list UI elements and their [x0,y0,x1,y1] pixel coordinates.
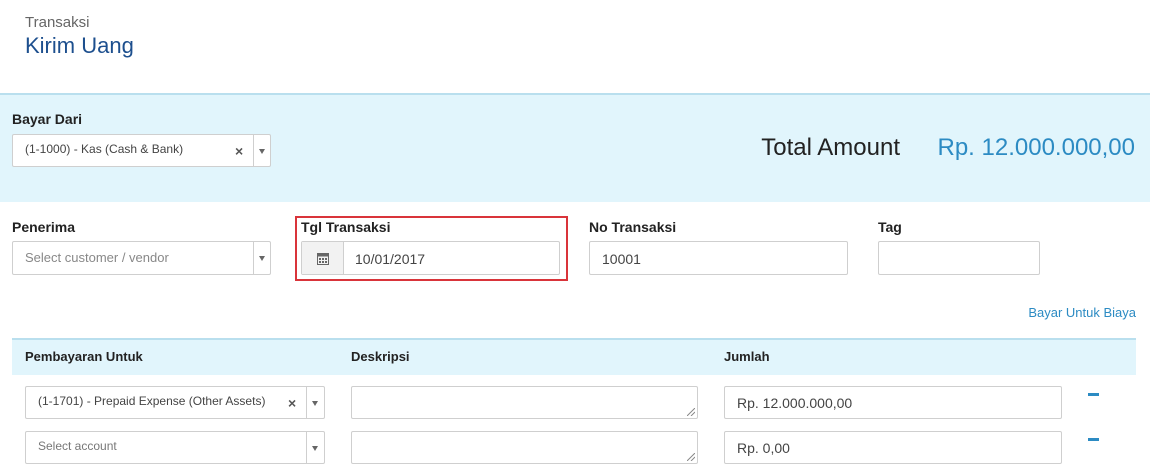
remove-row-icon[interactable] [1088,393,1099,396]
chevron-down-icon[interactable] [312,401,318,406]
jumlah-value: Rp. 0,00 [737,440,790,456]
column-header-deskripsi: Deskripsi [351,349,410,364]
tag-label: Tag [878,219,902,235]
resize-handle-icon[interactable] [687,408,695,416]
jumlah-field[interactable]: Rp. 12.000.000,00 [724,386,1062,419]
bayar-dari-label: Bayar Dari [12,111,83,127]
total-amount-label: Total Amount [761,134,900,161]
no-transaksi-value: 10001 [602,251,641,267]
chevron-down-icon[interactable] [312,446,318,451]
select-separator [306,432,307,463]
tag-field[interactable] [878,241,1040,275]
page-title: Kirim Uang [25,33,134,58]
deskripsi-textarea[interactable] [351,431,698,464]
tgl-transaksi-value: 10/01/2017 [355,251,426,267]
column-header-jumlah: Jumlah [724,349,770,364]
column-header-pembayaran-untuk: Pembayaran Untuk [25,349,143,364]
select-separator [306,387,307,418]
calendar-icon [317,253,329,265]
penerima-label: Penerima [12,219,76,235]
no-transaksi-field[interactable]: 10001 [589,241,848,275]
tgl-transaksi-field[interactable]: 10/01/2017 [301,241,560,275]
no-transaksi-label: No Transaksi [589,219,677,235]
account-value: (1-1701) - Prepaid Expense (Other Assets… [38,394,266,408]
bayar-dari-value: (1-1000) - Kas (Cash & Bank) [25,142,184,156]
resize-handle-icon[interactable] [687,453,695,461]
calendar-addon[interactable] [302,242,344,274]
chevron-down-icon[interactable] [259,149,265,154]
account-placeholder: Select account [38,439,117,453]
jumlah-field[interactable]: Rp. 0,00 [724,431,1062,464]
account-select[interactable]: (1-1701) - Prepaid Expense (Other Assets… [25,386,325,419]
table-header [12,338,1136,375]
select-separator [253,135,254,166]
account-select[interactable]: Select account [25,431,325,464]
tgl-transaksi-label: Tgl Transaksi [301,219,391,235]
bayar-dari-select[interactable]: (1-1000) - Kas (Cash & Bank) × [12,134,271,167]
bayar-untuk-biaya-link[interactable]: Bayar Untuk Biaya [1028,305,1136,320]
close-icon[interactable]: × [235,143,243,159]
page-subtitle: Transaksi [25,14,90,31]
penerima-placeholder: Select customer / vendor [25,250,169,265]
chevron-down-icon[interactable] [259,256,265,261]
jumlah-value: Rp. 12.000.000,00 [737,395,853,411]
deskripsi-textarea[interactable] [351,386,698,419]
total-amount-value: Rp. 12.000.000,00 [937,134,1136,161]
select-separator [253,242,254,274]
close-icon[interactable]: × [288,395,296,411]
penerima-select[interactable]: Select customer / vendor [12,241,271,275]
remove-row-icon[interactable] [1088,438,1099,441]
